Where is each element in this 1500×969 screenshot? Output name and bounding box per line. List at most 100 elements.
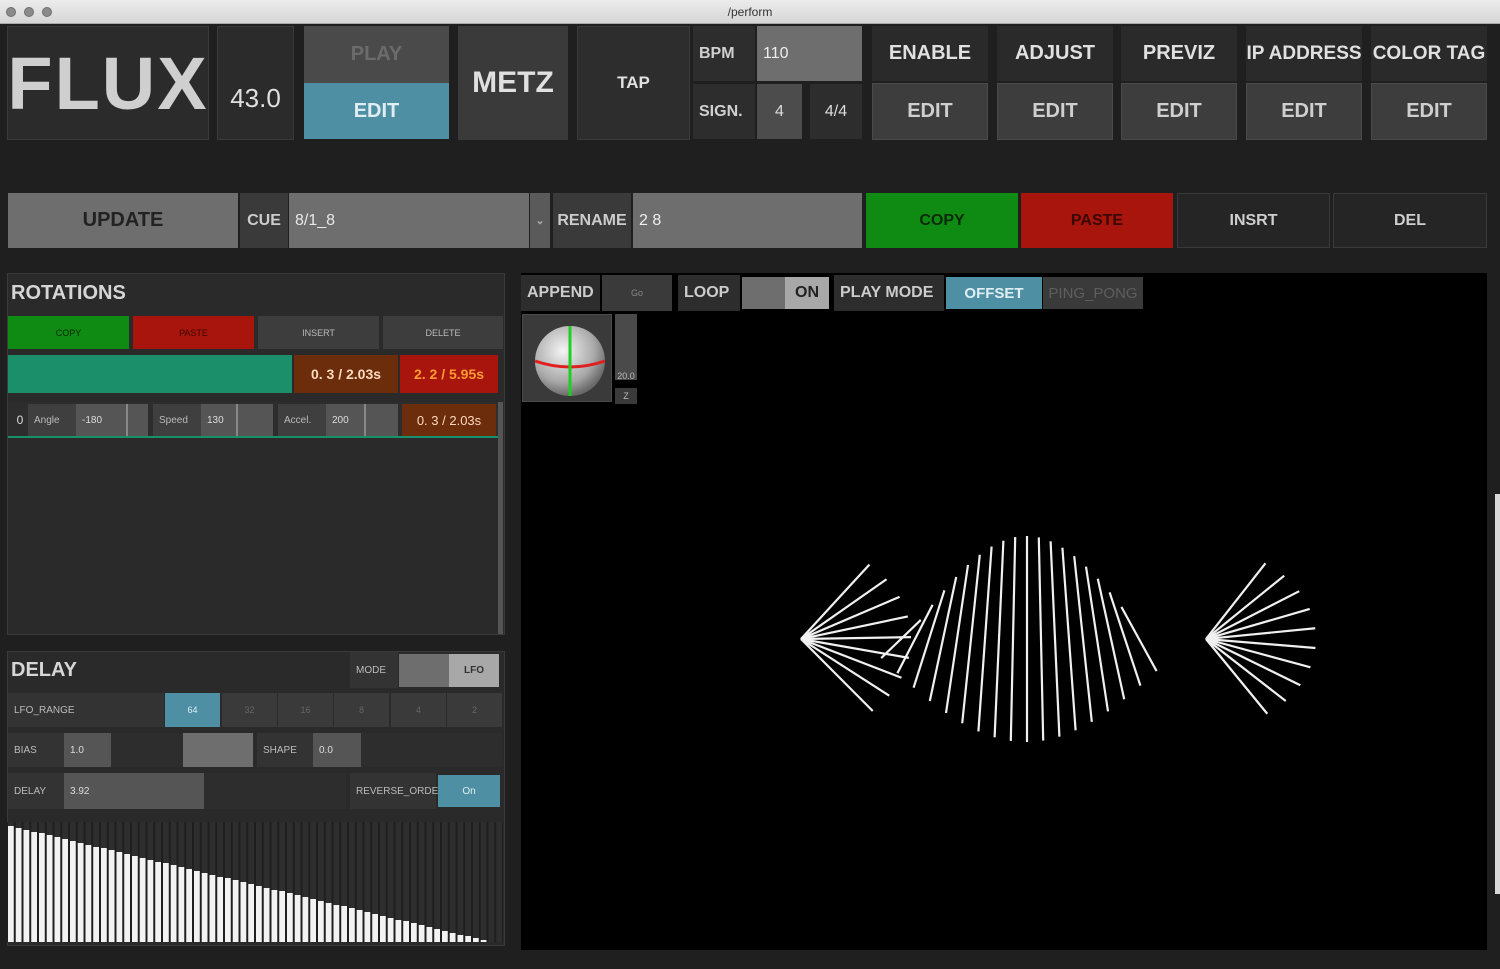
angle-slider[interactable]: -180: [76, 404, 148, 436]
delay-bar: [8, 826, 14, 942]
delay-bar: [449, 933, 456, 942]
shape-label: SHAPE: [257, 733, 313, 767]
play-mode-offset[interactable]: OFFSET: [946, 277, 1042, 309]
delay-bar: [395, 920, 402, 942]
rotations-insert-button[interactable]: INSERT: [258, 316, 379, 349]
copy-cue-button[interactable]: COPY: [866, 193, 1018, 248]
adjust-edit-button[interactable]: EDIT: [997, 83, 1113, 140]
lfo-range-2[interactable]: 2: [447, 693, 502, 727]
delay-bar: [411, 923, 417, 942]
play-mode-ping-pong[interactable]: PING_PONG: [1043, 277, 1143, 309]
delay-bar: [116, 852, 123, 942]
delay-bar: [387, 918, 394, 942]
delay-bar-track: [457, 822, 464, 942]
reverse-order-toggle[interactable]: On: [438, 775, 500, 807]
rotations-scrollbar[interactable]: [498, 402, 503, 634]
delay-bar: [426, 927, 433, 942]
loop-toggle-off[interactable]: [742, 277, 785, 309]
viz-line: [896, 604, 934, 674]
rotations-copy-button[interactable]: COPY: [8, 316, 129, 349]
edit-mode-button[interactable]: EDIT: [304, 83, 449, 139]
delay-bar: [108, 850, 115, 942]
angle-slider-handle[interactable]: [126, 404, 128, 436]
tap-button[interactable]: TAP: [577, 26, 690, 140]
rotations-delete-button[interactable]: DELETE: [383, 316, 503, 349]
delay-bar: [325, 903, 332, 942]
lfo-range-32[interactable]: 32: [222, 693, 277, 727]
ip-address-edit-button[interactable]: EDIT: [1246, 83, 1362, 140]
cue-label: CUE: [240, 193, 288, 248]
lfo-range-8[interactable]: 8: [334, 693, 389, 727]
delay-bar: [480, 940, 487, 942]
window-title: /perform: [727, 5, 773, 19]
delete-cue-button[interactable]: DEL: [1333, 193, 1487, 248]
enable-edit-button[interactable]: EDIT: [872, 83, 988, 140]
speed-slider-handle[interactable]: [236, 404, 238, 436]
cue-dropdown[interactable]: 8/1_8: [289, 193, 529, 248]
delay-bar: [178, 867, 185, 942]
delay-bar-track: [465, 822, 471, 942]
mode-label: MODE: [350, 652, 398, 688]
delay-label: DELAY: [8, 773, 64, 809]
delay-bar: [15, 828, 22, 942]
rotations-title: ROTATIONS: [11, 281, 126, 304]
rename-field[interactable]: 2 8: [633, 193, 862, 248]
lfo-range-4[interactable]: 4: [391, 693, 446, 727]
delay-bar: [333, 905, 340, 942]
window-scrollbar[interactable]: [1495, 494, 1500, 894]
delay-bar: [302, 897, 309, 942]
delay-value: 3.92: [70, 785, 90, 797]
delay-bar: [209, 875, 216, 942]
rotations-paste-button[interactable]: PASTE: [133, 316, 254, 349]
delay-bar: [85, 845, 92, 942]
delay-bar: [418, 925, 425, 942]
mode-toggle-lfo[interactable]: LFO: [449, 654, 499, 687]
bias-slider-fill[interactable]: [183, 733, 253, 767]
delay-bar: [39, 833, 45, 942]
lfo-range-16[interactable]: 16: [278, 693, 333, 727]
accel-slider-handle[interactable]: [364, 404, 366, 436]
append-go-button[interactable]: Go: [602, 275, 672, 311]
accel-slider[interactable]: 200: [326, 404, 398, 436]
ip-address-label: IP ADDRESS: [1246, 26, 1362, 81]
lfo-range-64[interactable]: 64: [165, 693, 220, 727]
loop-toggle-on[interactable]: ON: [785, 277, 829, 309]
delay-bar-track: [488, 822, 495, 942]
delay-bar: [77, 843, 84, 942]
delay-bar: [279, 891, 285, 942]
adjust-label: ADJUST: [997, 26, 1113, 81]
mode-toggle-off[interactable]: [399, 654, 449, 687]
loop-label: LOOP: [678, 275, 740, 311]
rotation-index: 0: [16, 413, 24, 427]
delay-bar-track: [442, 822, 448, 942]
play-mode-label: PLAY MODE: [834, 275, 944, 311]
delay-bar: [271, 890, 278, 942]
update-button[interactable]: UPDATE: [8, 193, 238, 248]
rotations-total-time: 2. 2 / 5.95s: [400, 355, 498, 393]
delay-bar: [225, 878, 231, 942]
delay-bar: [194, 871, 200, 942]
delay-bar: [318, 901, 324, 942]
rotation-row-time: 0. 3 / 2.03s: [402, 404, 496, 436]
delay-bar: [147, 860, 154, 942]
bpm-field[interactable]: 110: [757, 26, 862, 81]
delay-bar: [93, 847, 99, 942]
chevron-down-icon[interactable]: ⌄: [530, 193, 550, 248]
insert-cue-button[interactable]: INSRT: [1177, 193, 1330, 248]
delay-bar: [434, 929, 440, 942]
rotations-progress-bar: [8, 355, 292, 393]
previz-edit-button[interactable]: EDIT: [1121, 83, 1237, 140]
delay-bar: [62, 839, 68, 942]
play-button[interactable]: PLAY: [304, 26, 449, 83]
version-label: 43.0: [217, 26, 294, 140]
viz-line: [800, 595, 900, 641]
rename-label: RENAME: [553, 193, 631, 248]
delay-bar: [70, 841, 76, 942]
color-tag-edit-button[interactable]: EDIT: [1371, 83, 1487, 140]
viz-line: [1037, 537, 1045, 741]
delay-bar-track: [473, 822, 479, 942]
metz-button[interactable]: METZ: [458, 26, 568, 140]
sign-field[interactable]: 4: [757, 84, 802, 139]
paste-cue-button[interactable]: PASTE: [1021, 193, 1173, 248]
delay-bar: [124, 854, 130, 942]
